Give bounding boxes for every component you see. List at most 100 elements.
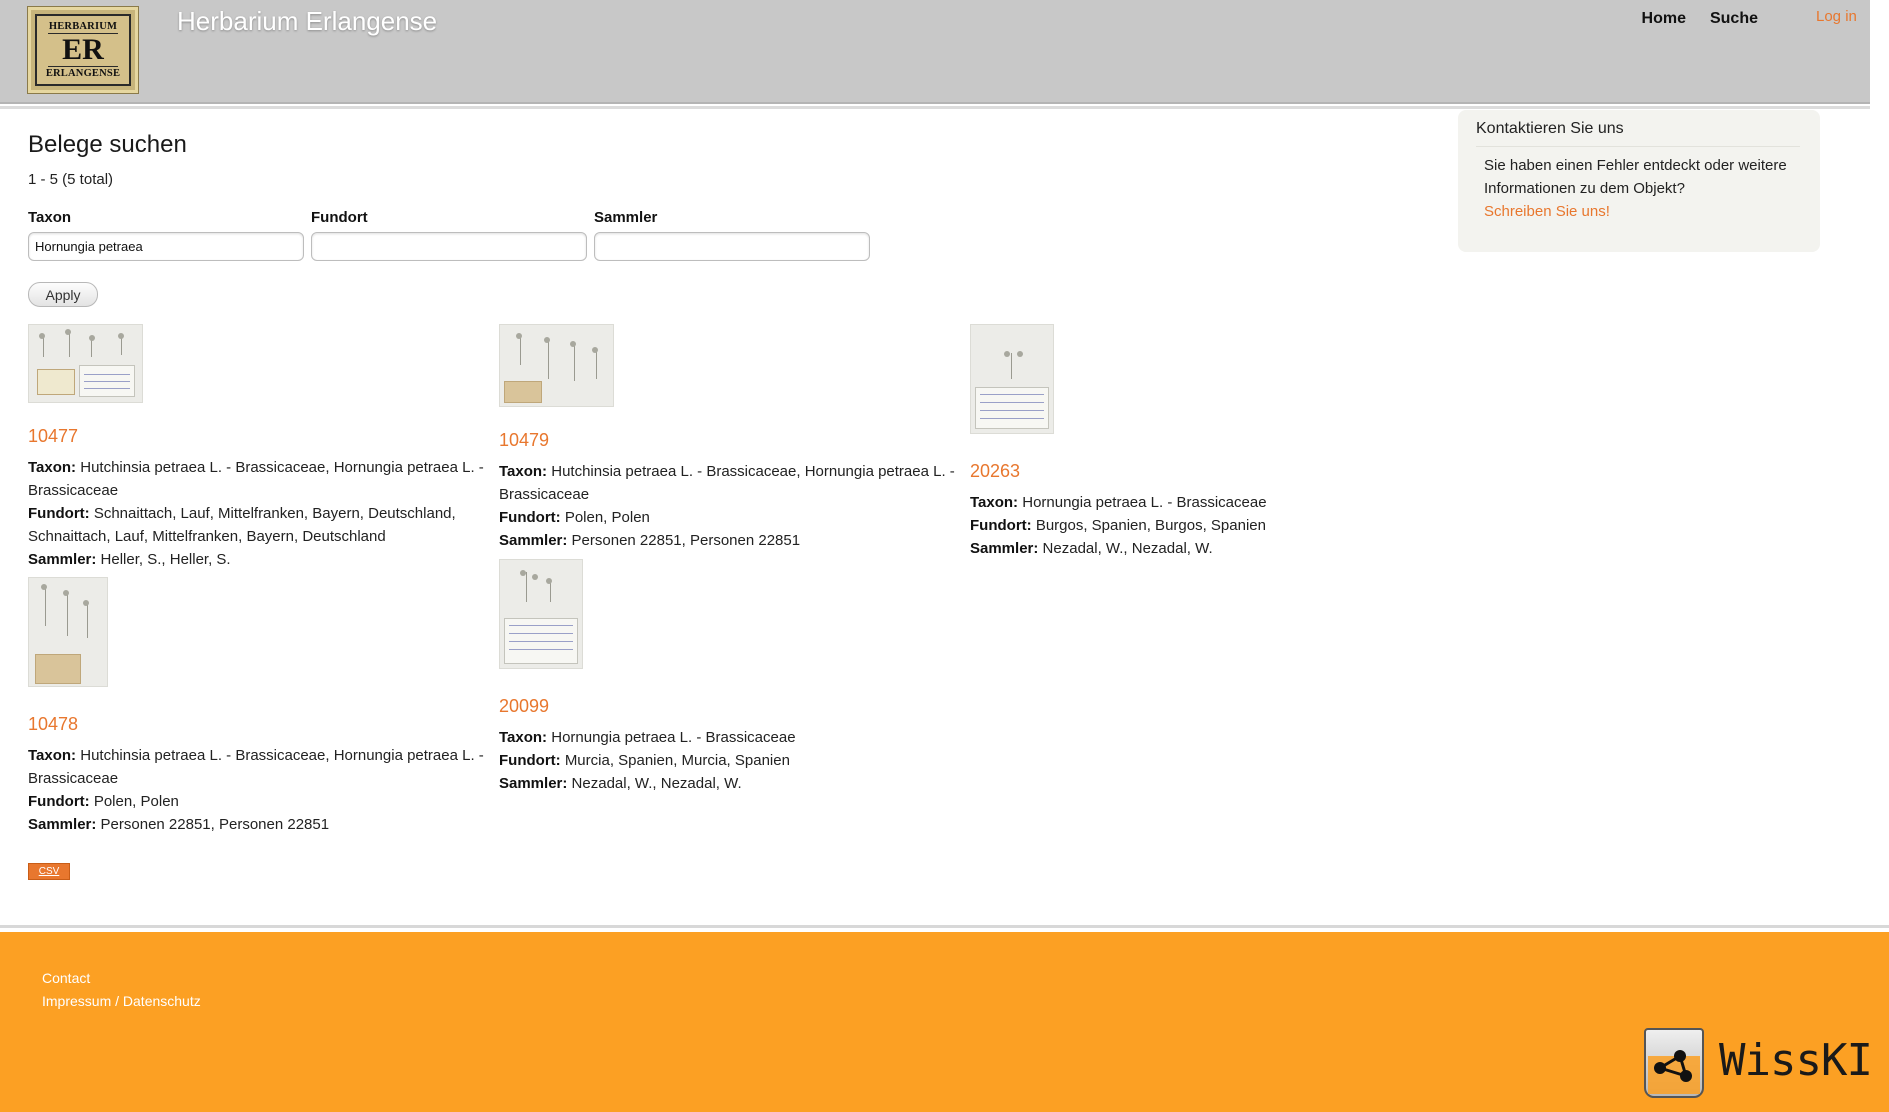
taxon-filter-input[interactable] <box>28 232 304 261</box>
label-line <box>509 625 573 626</box>
logo-line-1: HERBARIUM <box>48 21 118 32</box>
fundort-filter-label: Fundort <box>311 209 368 226</box>
specimen-id-link[interactable]: 10478 <box>28 713 498 735</box>
specimen-thumbnail[interactable] <box>28 577 108 687</box>
login-link[interactable]: Log in <box>1816 8 1857 25</box>
label-line <box>980 418 1044 419</box>
network-nodes-icon <box>1648 1050 1700 1094</box>
taxon-value: Hutchinsia petraea L. - Brassicaceae, Ho… <box>28 459 484 499</box>
site-title[interactable]: Herbarium Erlangense <box>177 6 437 37</box>
specimen-label-card <box>504 381 542 403</box>
plant-sketch <box>69 331 70 357</box>
wisski-wordmark: WissKI <box>1719 1035 1873 1086</box>
sammler-field: Sammler: Nezadal, W., Nezadal, W. <box>970 537 1440 560</box>
fundort-filter-input[interactable] <box>311 232 587 261</box>
fundort-value: Polen, Polen <box>93 793 179 810</box>
plant-sketch <box>520 335 521 365</box>
label-line <box>84 381 130 382</box>
specimen-label-card <box>975 387 1049 429</box>
plant-sketch <box>83 600 89 606</box>
fundort-field: Fundort: Murcia, Spanien, Murcia, Spanie… <box>499 749 969 772</box>
site-footer: Contact Impressum / Datenschutz WissKI <box>0 932 1889 1112</box>
result-item: 20263 Taxon: Hornungia petraea L. - Bras… <box>970 324 1440 560</box>
plant-sketch <box>118 333 124 339</box>
field-label: Taxon: <box>28 459 77 476</box>
fundort-value: Polen, Polen <box>564 509 650 526</box>
sammler-field: Sammler: Heller, S., Heller, S. <box>28 548 498 571</box>
sammler-value: Nezadal, W., Nezadal, W. <box>571 775 742 792</box>
plant-sketch <box>1004 351 1010 357</box>
label-line <box>509 633 573 634</box>
specimen-label-card <box>504 618 578 664</box>
result-item: 20099 Taxon: Hornungia petraea L. - Bras… <box>499 559 969 795</box>
nav-home-link[interactable]: Home <box>1630 10 1698 27</box>
specimen-id-link[interactable]: 10477 <box>28 425 498 447</box>
contact-link[interactable]: Schreiben Sie uns! <box>1484 203 1610 220</box>
wisski-logo[interactable]: WissKI <box>1644 1028 1873 1100</box>
contact-block: Kontaktieren Sie uns Sie haben einen Feh… <box>1458 110 1820 252</box>
csv-export-button[interactable]: CSV <box>28 863 70 880</box>
field-label: Taxon: <box>28 747 77 764</box>
field-label: Taxon: <box>499 463 548 480</box>
plant-sketch <box>89 335 95 341</box>
nav-suche-link[interactable]: Suche <box>1698 10 1770 27</box>
label-line <box>509 641 573 642</box>
field-label: Taxon: <box>499 729 548 746</box>
result-count: 1 - 5 (5 total) <box>28 171 114 188</box>
taxon-field: Taxon: Hornungia petraea L. - Brassicace… <box>970 491 1440 514</box>
plant-sketch <box>516 333 522 339</box>
result-item: 10479 Taxon: Hutchinsia petraea L. - Bra… <box>499 324 969 552</box>
apply-button[interactable]: Apply <box>28 282 98 307</box>
specimen-id-link[interactable]: 20099 <box>499 695 969 717</box>
plant-sketch <box>1017 351 1023 357</box>
field-label: Fundort: <box>499 509 561 526</box>
plant-sketch <box>41 584 47 590</box>
plant-sketch <box>1011 353 1012 379</box>
taxon-value: Hutchinsia petraea L. - Brassicaceae, Ho… <box>28 747 484 787</box>
plant-sketch <box>574 343 575 381</box>
specimen-thumbnail[interactable] <box>499 559 583 669</box>
fundort-field: Fundort: Polen, Polen <box>28 790 498 813</box>
field-label: Fundort: <box>28 505 90 522</box>
taxon-value: Hutchinsia petraea L. - Brassicaceae, Ho… <box>499 463 955 503</box>
logo-seal: HERBARIUM ER ERLANGENSE <box>35 14 131 86</box>
specimen-thumbnail[interactable] <box>970 324 1054 434</box>
herbarium-logo[interactable]: HERBARIUM ER ERLANGENSE <box>28 7 138 93</box>
wisski-glass-icon <box>1644 1028 1704 1098</box>
contact-message: Sie haben einen Fehler entdeckt oder wei… <box>1484 157 1787 197</box>
plant-sketch <box>65 329 71 335</box>
plant-sketch <box>570 341 576 347</box>
taxon-field: Taxon: Hutchinsia petraea L. - Brassicac… <box>499 460 969 506</box>
main-nav: Home Suche <box>1630 10 1770 27</box>
field-label: Sammler: <box>499 775 568 792</box>
fundort-value: Murcia, Spanien, Murcia, Spanien <box>564 752 790 769</box>
specimen-label-card <box>35 654 81 684</box>
specimen-label-card <box>79 365 135 397</box>
sammler-value: Personen 22851, Personen 22851 <box>571 532 801 549</box>
sammler-filter-input[interactable] <box>594 232 870 261</box>
label-line <box>84 388 130 389</box>
plant-sketch <box>87 602 88 638</box>
plant-sketch <box>45 586 46 626</box>
field-label: Sammler: <box>970 540 1039 557</box>
fundort-value: Schnaittach, Lauf, Mittelfranken, Bayern… <box>28 505 456 545</box>
plant-sketch <box>596 349 597 379</box>
specimen-thumbnail[interactable] <box>499 324 614 407</box>
field-label: Fundort: <box>499 752 561 769</box>
field-label: Fundort: <box>970 517 1032 534</box>
sammler-value: Nezadal, W., Nezadal, W. <box>1042 540 1213 557</box>
label-line <box>980 394 1044 395</box>
specimen-thumbnail[interactable] <box>28 324 143 403</box>
contact-title: Kontaktieren Sie uns <box>1476 120 1800 147</box>
footer-contact-link[interactable]: Contact <box>42 970 90 986</box>
taxon-field: Taxon: Hutchinsia petraea L. - Brassicac… <box>28 456 498 502</box>
fundort-field: Fundort: Schnaittach, Lauf, Mittelfranke… <box>28 502 498 548</box>
field-label: Sammler: <box>499 532 568 549</box>
footer-impressum-link[interactable]: Impressum / Datenschutz <box>42 993 201 1009</box>
sammler-field: Sammler: Personen 22851, Personen 22851 <box>499 529 969 552</box>
sammler-value: Heller, S., Heller, S. <box>100 551 231 568</box>
specimen-id-link[interactable]: 20263 <box>970 460 1440 482</box>
specimen-id-link[interactable]: 10479 <box>499 429 969 451</box>
label-line <box>84 374 130 375</box>
logo-line-3: ERLANGENSE <box>45 68 121 79</box>
